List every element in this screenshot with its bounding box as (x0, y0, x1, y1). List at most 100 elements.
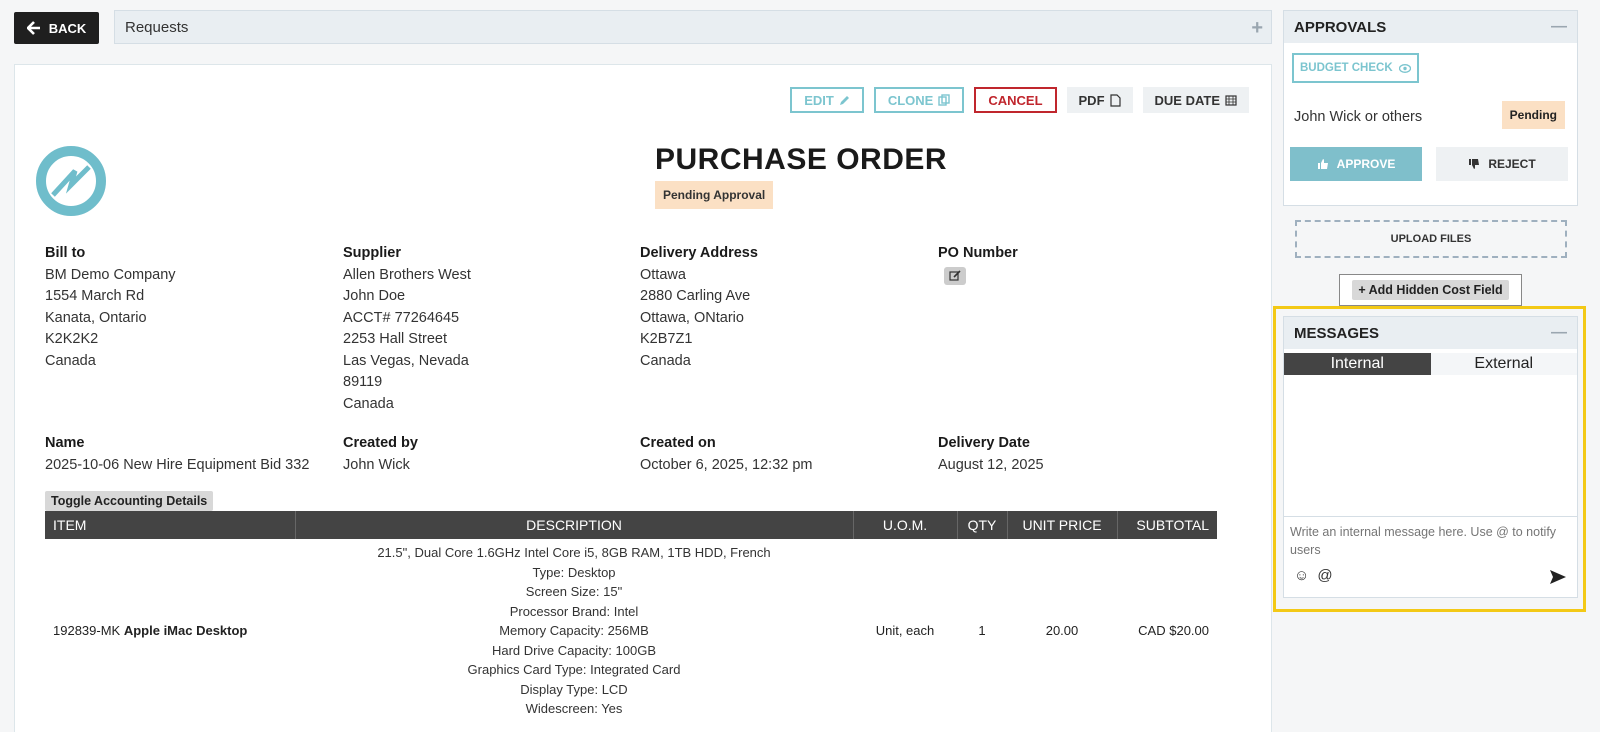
bill-to-line: BM Demo Company (45, 266, 176, 283)
budget-check-button[interactable]: BUDGET CHECK (1292, 53, 1419, 83)
delivery-date-value: August 12, 2025 (938, 456, 1044, 473)
bill-to-block: Bill to BM Demo Company 1554 March Rd Ka… (45, 243, 335, 372)
created-on-block: Created on October 6, 2025, 12:32 pm (640, 433, 930, 476)
cancel-label: CANCEL (988, 92, 1043, 108)
add-hidden-cost-label: Add Hidden Cost Field (1368, 283, 1503, 297)
message-thread (1284, 375, 1577, 517)
hidden-cost-container: + Add Hidden Cost Field (1339, 274, 1522, 306)
mention-icon[interactable]: @ (1317, 567, 1332, 584)
clone-button[interactable]: CLONE (873, 87, 965, 113)
requests-bar[interactable]: Requests + (114, 10, 1272, 44)
item-name: Apple iMac Desktop (123, 623, 248, 639)
bill-to-line: K2K2K2 (45, 331, 99, 347)
pencil-icon (839, 95, 849, 105)
purchase-order-document: EDIT CLONE CANCEL PDF DUE DATE PURCHASE … (14, 64, 1272, 732)
calendar-icon (1225, 95, 1237, 106)
requests-label: Requests (125, 18, 189, 36)
header-subtotal: SUBTOTAL (1117, 511, 1217, 539)
back-button[interactable]: BACK (14, 12, 99, 44)
bill-to-line: 1554 March Rd (45, 288, 145, 304)
cancel-button[interactable]: CANCEL (974, 87, 1057, 113)
eye-icon (1398, 63, 1411, 73)
unit-price-cell: 20.00 (1045, 623, 1079, 639)
description-line: Graphics Card Type: Integrated Card (467, 662, 681, 677)
supplier-line: Canada (343, 395, 394, 412)
table-row: 192839-MK Apple iMac Desktop 21.5", Dual… (45, 539, 1217, 723)
approvals-title: APPROVALS (1294, 18, 1387, 36)
line-items-table: ITEM DESCRIPTION U.O.M. QTY UNIT PRICE S… (45, 511, 1217, 723)
message-input[interactable] (1290, 523, 1560, 559)
messages-panel: MESSAGES — Internal External ☺ @ (1283, 316, 1578, 598)
edit-label: EDIT (804, 92, 834, 108)
created-on-value: October 6, 2025, 12:32 pm (640, 456, 813, 473)
edit-po-number-icon[interactable] (944, 266, 966, 285)
supplier-heading: Supplier (343, 245, 402, 261)
po-number-block: PO Number (938, 243, 1228, 289)
description-line: Processor Brand: Intel (509, 603, 639, 619)
description-line: Screen Size: 15" (525, 584, 623, 599)
delivery-line: Ottawa (640, 266, 686, 283)
tab-external[interactable]: External (1430, 353, 1577, 375)
delivery-line: Ottawa, ONtario (640, 309, 744, 326)
approvals-header: APPROVALS — (1284, 11, 1577, 43)
created-by-block: Created by John Wick (343, 433, 633, 476)
pdf-button[interactable]: PDF (1066, 87, 1133, 113)
back-label: BACK (48, 20, 87, 36)
name-value: 2025-10-06 New Hire Equipment Bid 332 (45, 456, 310, 473)
description-line: Type: Desktop (532, 564, 616, 580)
item-sku: 192839-MK (53, 623, 121, 639)
page-title: PURCHASE ORDER (655, 143, 948, 176)
delivery-heading: Delivery Address (640, 245, 758, 261)
edit-button[interactable]: EDIT (790, 87, 864, 113)
header-item: ITEM (45, 511, 296, 539)
description-cell: 21.5", Dual Core 1.6GHz Intel Core i5, 8… (295, 539, 853, 723)
emoji-icon[interactable]: ☺ (1294, 567, 1309, 584)
description-line: Memory Capacity: 256MB (499, 623, 649, 638)
arrow-left-icon (26, 21, 40, 35)
status-badge: Pending Approval (655, 181, 774, 209)
upload-files-button[interactable]: UPLOAD FILES (1295, 220, 1567, 258)
delivery-line: Canada (640, 352, 691, 369)
send-icon[interactable] (1549, 569, 1567, 585)
description-line: Hard Drive Capacity: 100GB (491, 642, 656, 658)
messages-title: MESSAGES (1294, 324, 1380, 342)
delivery-address-block: Delivery Address Ottawa 2880 Carling Ave… (640, 243, 930, 372)
plus-icon: + (1358, 283, 1366, 297)
name-block: Name 2025-10-06 New Hire Equipment Bid 3… (45, 433, 335, 476)
supplier-line: Las Vegas, Nevada (343, 352, 469, 369)
approver-status-badge: Pending (1501, 101, 1565, 129)
delivery-line: 2880 Carling Ave (640, 288, 751, 304)
qty-cell: 1 (978, 623, 986, 639)
toggle-accounting-button[interactable]: Toggle Accounting Details (45, 491, 214, 511)
file-pdf-icon (1109, 93, 1121, 107)
minus-icon[interactable]: — (1551, 324, 1567, 342)
thumbs-up-icon (1317, 159, 1328, 169)
tab-internal[interactable]: Internal (1284, 353, 1431, 375)
plus-icon[interactable]: + (1251, 17, 1263, 40)
supplier-block: Supplier Allen Brothers West John Doe AC… (343, 243, 633, 415)
subtotal-cell: CAD $20.00 (1138, 623, 1209, 639)
messages-header: MESSAGES — (1284, 317, 1577, 349)
created-on-heading: Created on (640, 435, 716, 451)
table-header-row: ITEM DESCRIPTION U.O.M. QTY UNIT PRICE S… (45, 511, 1217, 539)
pdf-label: PDF (1078, 92, 1105, 108)
budget-check-label: BUDGET CHECK (1300, 62, 1393, 74)
reject-button[interactable]: REJECT (1436, 147, 1568, 181)
delivery-line: K2B7Z1 (640, 331, 693, 347)
header-unit-price: UNIT PRICE (1007, 511, 1118, 539)
bill-to-line: Canada (45, 352, 96, 369)
approve-label: APPROVE (1336, 157, 1396, 171)
clone-label: CLONE (887, 92, 934, 108)
bill-to-line: Kanata, Ontario (45, 309, 147, 326)
due-date-button[interactable]: DUE DATE (1142, 87, 1249, 113)
minus-icon[interactable]: — (1551, 18, 1567, 36)
add-hidden-cost-button[interactable]: + Add Hidden Cost Field (1352, 280, 1509, 300)
bill-to-heading: Bill to (45, 245, 86, 261)
approve-button[interactable]: APPROVE (1290, 147, 1422, 181)
header-uom: U.O.M. (853, 511, 958, 539)
supplier-line: 89119 (343, 374, 383, 390)
po-number-heading: PO Number (938, 245, 1018, 261)
approver-name: John Wick or others (1294, 109, 1423, 125)
uom-cell: Unit, each (875, 623, 935, 639)
created-by-heading: Created by (343, 435, 418, 451)
